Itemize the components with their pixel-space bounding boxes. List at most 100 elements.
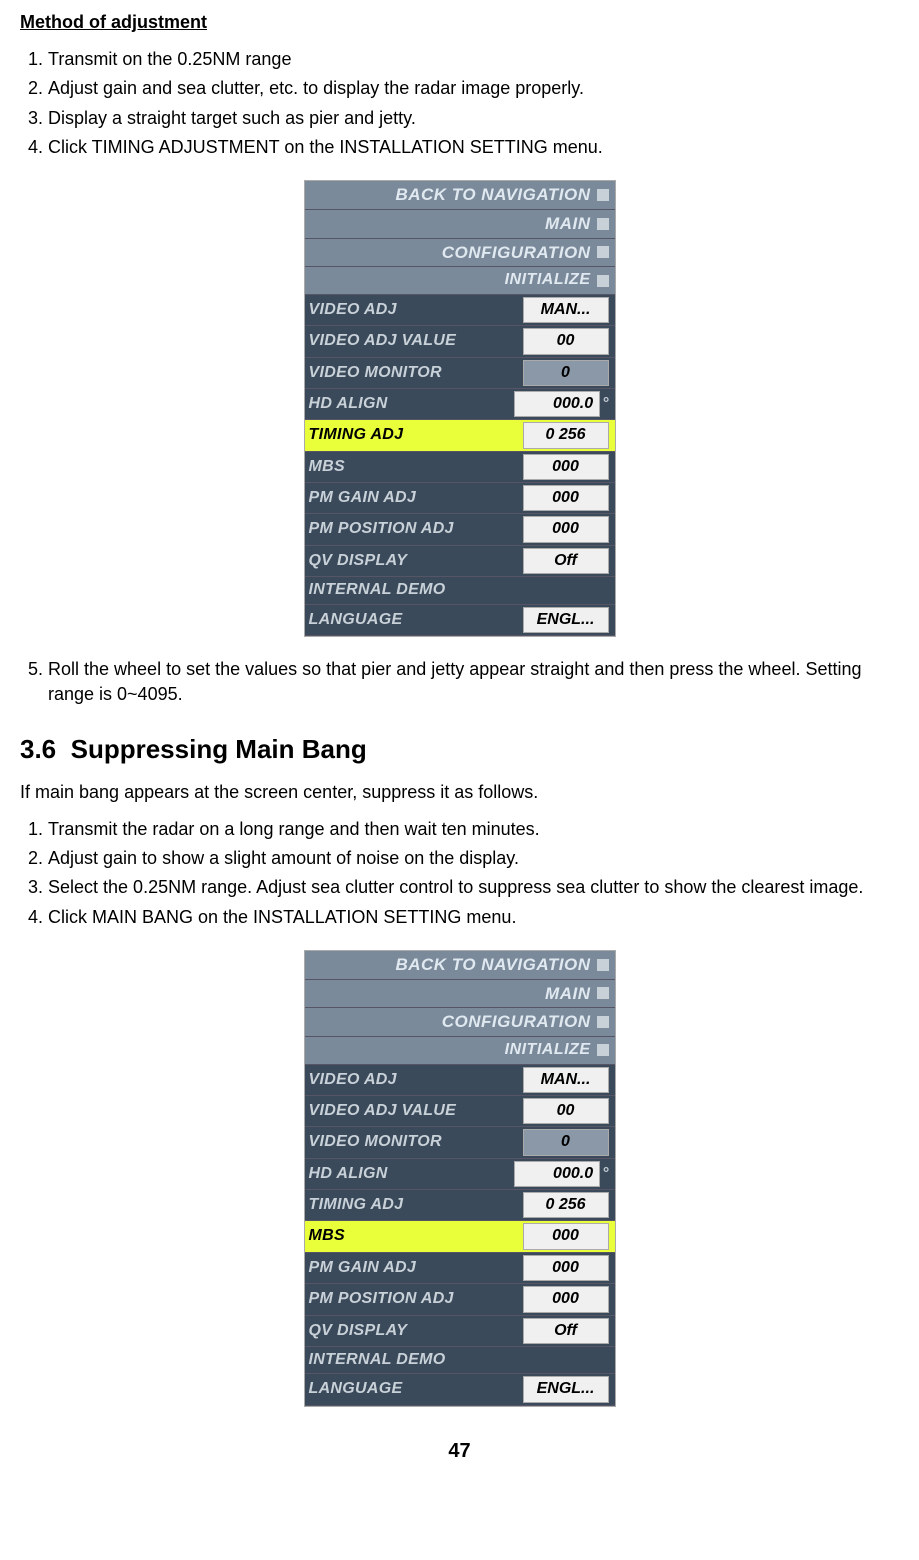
menu-row[interactable]: PM POSITION ADJ 000 — [305, 514, 615, 545]
menu-row-label: PM POSITION ADJ — [309, 518, 454, 540]
nav-arrow-icon — [597, 275, 609, 287]
menu-header-back[interactable]: BACK TO NAVIGATION — [305, 951, 615, 980]
list-item: Click TIMING ADJUSTMENT on the INSTALLAT… — [48, 135, 899, 160]
menu-row-value[interactable]: Off — [523, 1318, 609, 1344]
menu-row-value: 0 — [523, 1129, 609, 1155]
menu-row-label: VIDEO ADJ VALUE — [309, 330, 457, 352]
nav-arrow-icon — [597, 959, 609, 971]
menu-row-label: QV DISPLAY — [309, 550, 408, 572]
menu-row[interactable]: VIDEO ADJ MAN... — [305, 1065, 615, 1096]
menu-row-label: VIDEO ADJ — [309, 299, 397, 321]
menu-row-value[interactable]: ENGL... — [523, 607, 609, 633]
menu-row[interactable]: VIDEO ADJ VALUE 00 — [305, 1096, 615, 1127]
menu-row-value[interactable]: Off — [523, 548, 609, 574]
menu-row-label: VIDEO MONITOR — [309, 362, 442, 384]
list-item: Display a straight target such as pier a… — [48, 106, 899, 131]
degree-symbol: ° — [602, 1163, 608, 1185]
list-item: Transmit on the 0.25NM range — [48, 47, 899, 72]
menu-row-label: INTERNAL DEMO — [309, 1349, 609, 1371]
menu-header-back[interactable]: BACK TO NAVIGATION — [305, 181, 615, 210]
menu-row[interactable]: QV DISPLAY Off — [305, 1316, 615, 1347]
menu-row[interactable]: PM POSITION ADJ 000 — [305, 1284, 615, 1315]
menu-row-label: QV DISPLAY — [309, 1320, 408, 1342]
menu-row-label: HD ALIGN — [309, 393, 388, 415]
menu-row-label: VIDEO ADJ VALUE — [309, 1100, 457, 1122]
menu-header-initialize[interactable]: INITIALIZE — [305, 1037, 615, 1064]
degree-symbol: ° — [602, 393, 608, 415]
section-heading: Method of adjustment — [20, 10, 899, 35]
menu-row[interactable]: VIDEO MONITOR 0 — [305, 358, 615, 389]
menu-row-value[interactable]: 000 — [523, 454, 609, 480]
menu-row-value[interactable]: 00 — [523, 328, 609, 354]
menu-row[interactable]: PM GAIN ADJ 000 — [305, 483, 615, 514]
menu-row-value[interactable]: 000 — [523, 1286, 609, 1312]
menu-row-value[interactable]: MAN... — [523, 1067, 609, 1093]
menu-screenshot-1: BACK TO NAVIGATION MAIN CONFIGURATION IN… — [304, 180, 616, 637]
menu-row[interactable]: TIMING ADJ 0 256 — [305, 420, 615, 451]
menu-screenshot-2: BACK TO NAVIGATION MAIN CONFIGURATION IN… — [304, 950, 616, 1407]
menu-row-value[interactable]: 000 — [523, 485, 609, 511]
list-item: Adjust gain to show a slight amount of n… — [48, 846, 899, 871]
page-number: 47 — [20, 1437, 899, 1465]
menu-row-value[interactable]: MAN... — [523, 297, 609, 323]
menu-header-main[interactable]: MAIN — [305, 980, 615, 1009]
menu-header-config[interactable]: CONFIGURATION — [305, 1008, 615, 1037]
menu-row[interactable]: LANGUAGE ENGL... — [305, 605, 615, 636]
menu-row-label: MBS — [309, 1225, 345, 1247]
menu-row-label: MBS — [309, 456, 345, 478]
menu-row-label: LANGUAGE — [309, 609, 403, 631]
menu-row[interactable]: TIMING ADJ 0 256 — [305, 1190, 615, 1221]
nav-arrow-icon — [597, 246, 609, 258]
menu-header-initialize[interactable]: INITIALIZE — [305, 267, 615, 294]
menu-row[interactable]: VIDEO MONITOR 0 — [305, 1127, 615, 1158]
section-intro: If main bang appears at the screen cente… — [20, 780, 899, 805]
menu-row[interactable]: INTERNAL DEMO — [305, 577, 615, 604]
list-item: Select the 0.25NM range. Adjust sea clut… — [48, 875, 899, 900]
menu-row-label: PM GAIN ADJ — [309, 1257, 417, 1279]
menu-row[interactable]: LANGUAGE ENGL... — [305, 1374, 615, 1405]
menu-row[interactable]: HD ALIGN 000.0° — [305, 389, 615, 420]
menu-row[interactable]: VIDEO ADJ MAN... — [305, 295, 615, 326]
menu-row-value: 0 — [523, 360, 609, 386]
menu-row-label: TIMING ADJ — [309, 1194, 404, 1216]
menu-row[interactable]: HD ALIGN 000.0° — [305, 1159, 615, 1190]
menu-row-value[interactable]: 0 256 — [523, 1192, 609, 1218]
menu-row-value[interactable]: 00 — [523, 1098, 609, 1124]
menu-row-label: VIDEO ADJ — [309, 1069, 397, 1091]
menu-row-value[interactable]: 000 — [523, 1223, 609, 1249]
list-item: Click MAIN BANG on the INSTALLATION SETT… — [48, 905, 899, 930]
list-item: Transmit the radar on a long range and t… — [48, 817, 899, 842]
menu-row-label: LANGUAGE — [309, 1378, 403, 1400]
menu-row[interactable]: INTERNAL DEMO — [305, 1347, 615, 1374]
menu-row[interactable]: MBS 000 — [305, 452, 615, 483]
nav-arrow-icon — [597, 1044, 609, 1056]
menu-row[interactable]: PM GAIN ADJ 000 — [305, 1253, 615, 1284]
menu-row-value[interactable]: 000 — [523, 1255, 609, 1281]
menu-header-config[interactable]: CONFIGURATION — [305, 239, 615, 268]
menu-row-label: PM POSITION ADJ — [309, 1288, 454, 1310]
ordered-list-1b: Roll the wheel to set the values so that… — [20, 657, 899, 707]
nav-arrow-icon — [597, 987, 609, 999]
nav-arrow-icon — [597, 218, 609, 230]
menu-row[interactable]: MBS 000 — [305, 1221, 615, 1252]
nav-arrow-icon — [597, 1016, 609, 1028]
ordered-list-2: Transmit the radar on a long range and t… — [20, 817, 899, 930]
ordered-list-1: Transmit on the 0.25NM range Adjust gain… — [20, 47, 899, 160]
menu-row-value[interactable]: 000 — [523, 516, 609, 542]
menu-row-label: TIMING ADJ — [309, 424, 404, 446]
menu-row[interactable]: QV DISPLAY Off — [305, 546, 615, 577]
menu-row-label: VIDEO MONITOR — [309, 1131, 442, 1153]
menu-row-value[interactable]: 000.0 — [514, 391, 600, 417]
menu-row-value[interactable]: 0 256 — [523, 422, 609, 448]
list-item: Adjust gain and sea clutter, etc. to dis… — [48, 76, 899, 101]
list-item: Roll the wheel to set the values so that… — [48, 657, 899, 707]
nav-arrow-icon — [597, 189, 609, 201]
menu-row-label: PM GAIN ADJ — [309, 487, 417, 509]
menu-row-label: HD ALIGN — [309, 1163, 388, 1185]
menu-row-value[interactable]: 000.0 — [514, 1161, 600, 1187]
menu-header-main[interactable]: MAIN — [305, 210, 615, 239]
menu-row-label: INTERNAL DEMO — [309, 579, 609, 601]
menu-row-value[interactable]: ENGL... — [523, 1376, 609, 1402]
section-title: 3.6 Suppressing Main Bang — [20, 731, 899, 767]
menu-row[interactable]: VIDEO ADJ VALUE 00 — [305, 326, 615, 357]
